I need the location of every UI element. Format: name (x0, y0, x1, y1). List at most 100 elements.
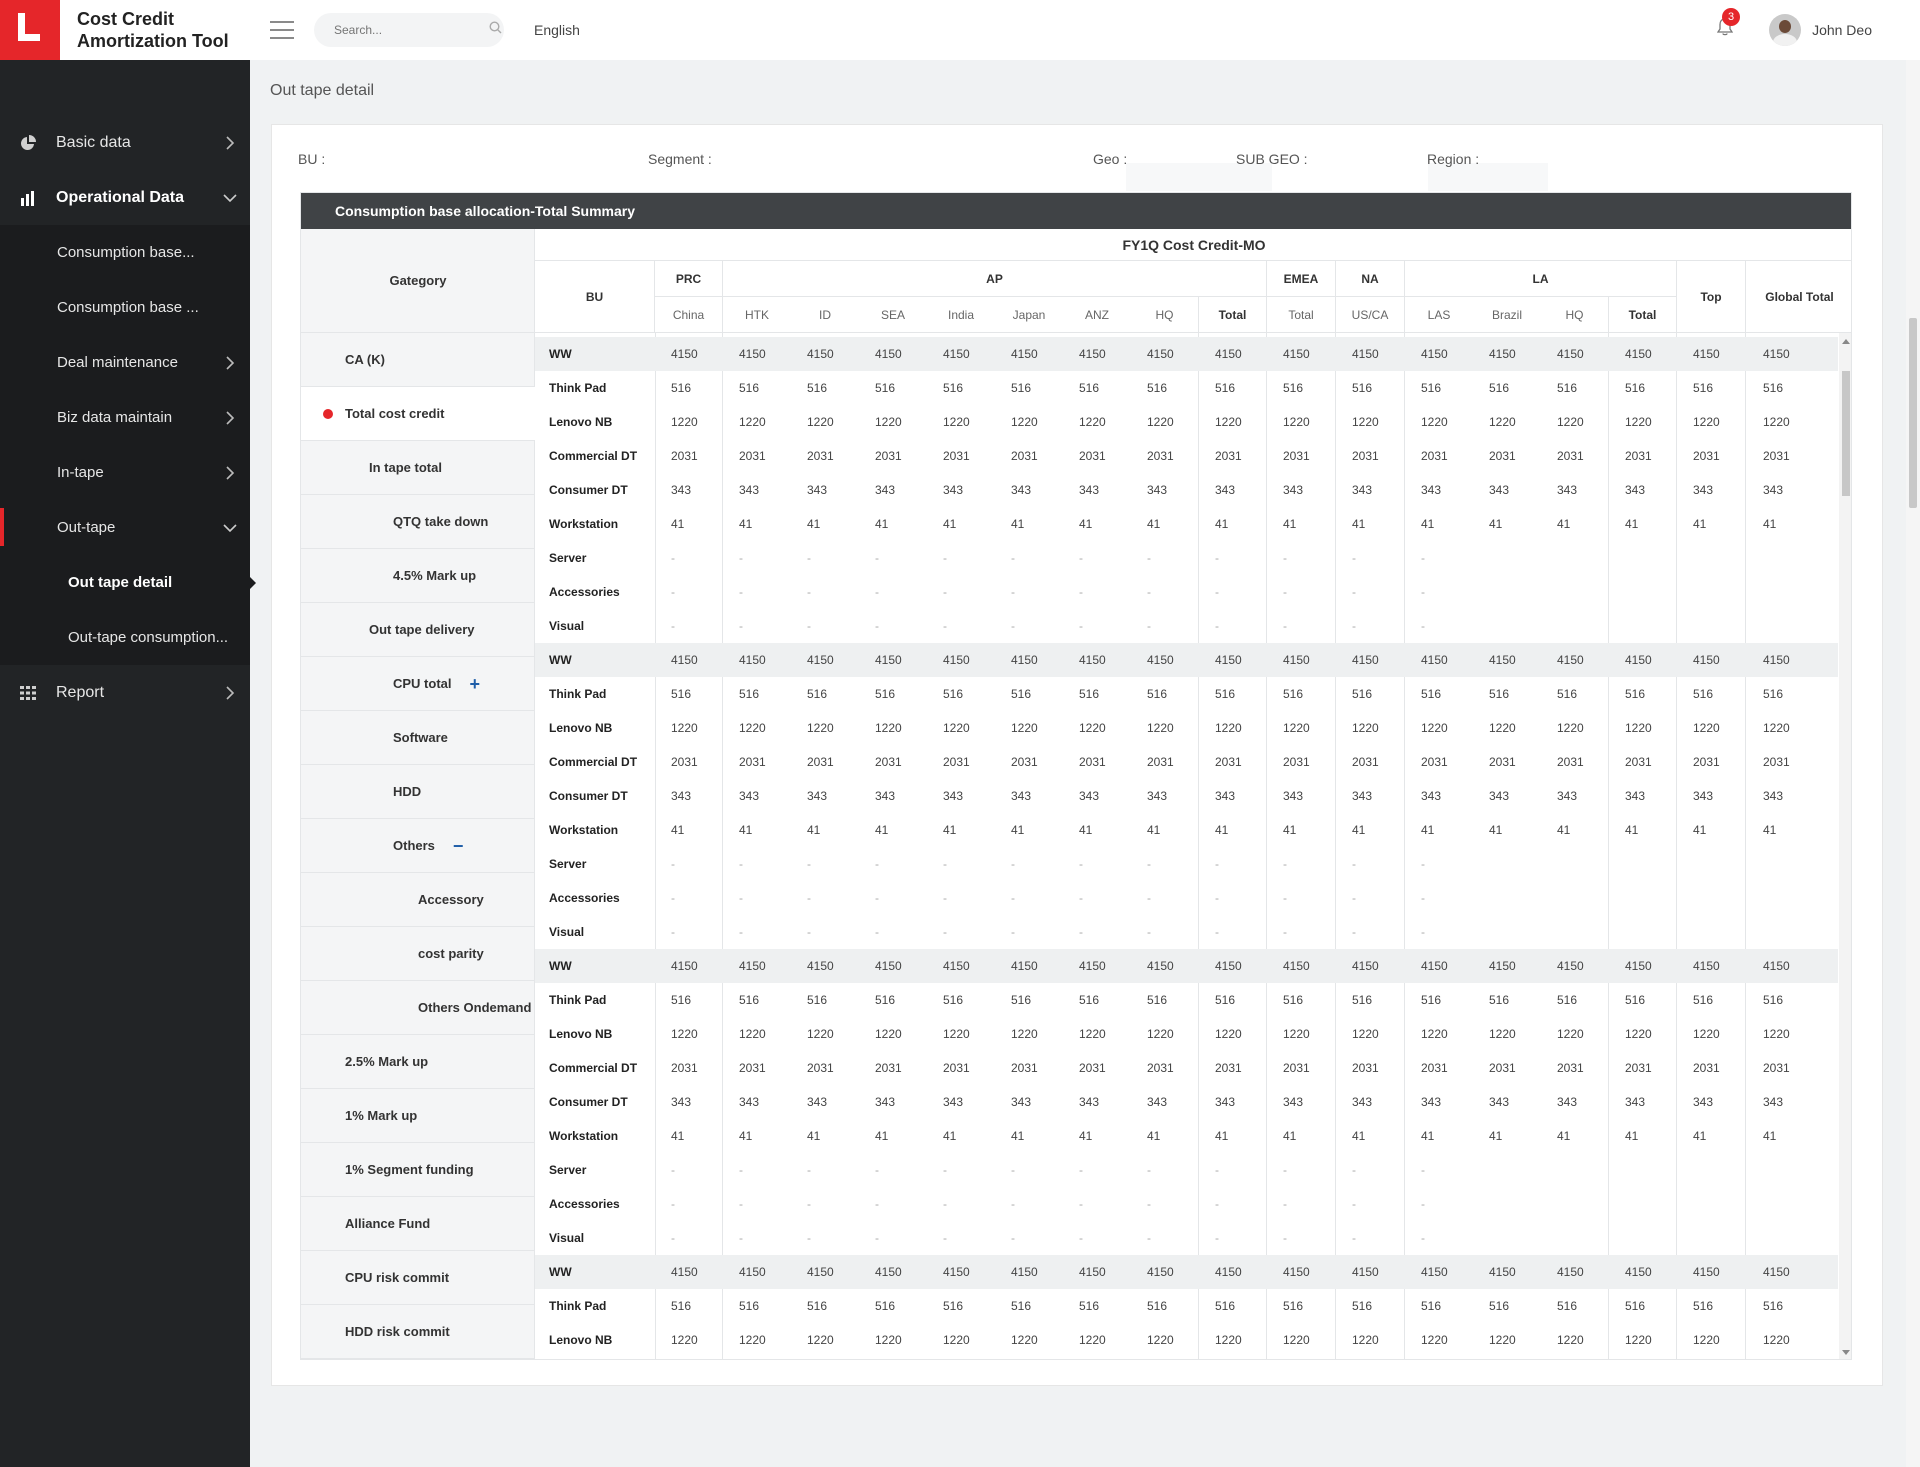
table-cell: 343 (1215, 1095, 1236, 1109)
table-cell: 4150 (1147, 1265, 1174, 1279)
language-selector[interactable]: English (534, 22, 580, 38)
table-cell: 4150 (1011, 1265, 1038, 1279)
table-cell: 1220 (1557, 1333, 1584, 1347)
table-cell: - (1147, 925, 1151, 939)
table-cell: 1220 (1693, 721, 1720, 735)
nav-report[interactable]: Report (0, 665, 250, 720)
table-cell: 1220 (1352, 721, 1379, 735)
table-cell: - (1011, 925, 1015, 939)
nav-in-tape[interactable]: In-tape (0, 445, 250, 500)
table-cell: 516 (1215, 381, 1236, 395)
nav-deal-maintenance[interactable]: Deal maintenance (0, 335, 250, 390)
scroll-thumb[interactable] (1842, 371, 1850, 496)
table-cell: 41 (1283, 823, 1297, 837)
table-cell: 2031 (875, 755, 902, 769)
table-cell: 516 (1421, 1299, 1442, 1313)
hamburger-menu-icon[interactable] (270, 21, 294, 39)
table-cell: 1220 (1693, 415, 1720, 429)
table-cell: 343 (1352, 1095, 1373, 1109)
table-cell: 1220 (1215, 721, 1242, 735)
table-cell: 343 (1421, 1095, 1442, 1109)
row-bu-label: Think Pad (549, 1299, 607, 1313)
table-cell: - (671, 619, 675, 633)
table-cell: 1220 (943, 1027, 970, 1041)
category-in-tape-total[interactable]: In tape total (301, 441, 535, 495)
nav-consumption-base-1[interactable]: Consumption base... (0, 225, 250, 280)
nav-basic-data[interactable]: Basic data (0, 115, 250, 170)
table-cell: - (943, 585, 947, 599)
scroll-down-icon[interactable] (1842, 1350, 1850, 1355)
scroll-up-icon[interactable] (1842, 339, 1850, 344)
nav-out-tape-detail[interactable]: Out tape detail (0, 555, 256, 610)
table-cell: 1220 (1283, 721, 1310, 735)
nav-consumption-base-2[interactable]: Consumption base ... (0, 280, 250, 335)
category-qtq-take-down[interactable]: QTQ take down (301, 495, 535, 549)
category-mark-up-45[interactable]: 4.5% Mark up (301, 549, 535, 603)
table-cell: 516 (1763, 687, 1784, 701)
table-cell: 2031 (875, 1061, 902, 1075)
category-hdd[interactable]: HDD (301, 765, 535, 819)
table-cell: - (1283, 1197, 1287, 1211)
category-software[interactable]: Software (301, 711, 535, 765)
page-scrollbar[interactable] (1906, 60, 1920, 1467)
table-cell: 2031 (943, 449, 970, 463)
table-cell: 41 (739, 823, 753, 837)
category-total-cost-credit[interactable]: Total cost credit (301, 387, 535, 441)
category-hdd-risk-commit[interactable]: HDD risk commit (301, 1305, 535, 1359)
table-cell: 1220 (1147, 721, 1174, 735)
category-mark-up-25[interactable]: 2.5% Mark up (301, 1035, 535, 1089)
table-cell: 4150 (943, 347, 970, 361)
table-cell: 4150 (1625, 959, 1652, 973)
category-alliance-fund[interactable]: Alliance Fund (301, 1197, 535, 1251)
search-input[interactable] (334, 23, 489, 37)
table-cell: 41 (1147, 517, 1161, 531)
table-cell: 1220 (1283, 1333, 1310, 1347)
table-cell: 41 (807, 823, 821, 837)
table-cell: - (739, 1231, 743, 1245)
category-accessory[interactable]: Accessory (301, 873, 535, 927)
table-row: Workstation 41 41 41 41 41 41 41 41 41 41 41 41 41 41 4… (535, 813, 1838, 847)
row-bu-label: Visual (549, 1231, 585, 1245)
table-scrollbar[interactable] (1839, 333, 1851, 1359)
expand-plus-icon[interactable]: + (470, 675, 481, 693)
table-cell: 1220 (1352, 1333, 1379, 1347)
table-cell: 4150 (1693, 347, 1720, 361)
table-cell: - (807, 1231, 811, 1245)
user-menu[interactable]: John Deo (1769, 14, 1872, 46)
row-bu-label: Accessories (549, 1197, 620, 1211)
category-cpu-risk-commit[interactable]: CPU risk commit (301, 1251, 535, 1305)
row-bu-label: Server (549, 1163, 587, 1177)
table-cell: 1220 (1283, 415, 1310, 429)
table-cell: - (943, 1163, 947, 1177)
category-out-tape-delivery[interactable]: Out tape delivery (301, 603, 535, 657)
nav-out-tape[interactable]: Out-tape (0, 500, 250, 555)
collapse-minus-icon[interactable]: − (453, 837, 464, 855)
summary-table: Consumption base allocation-Total Summar… (300, 192, 1852, 1360)
nav-biz-data-maintain[interactable]: Biz data maintain (0, 390, 250, 445)
table-cell: 2031 (1147, 755, 1174, 769)
table-cell: 1220 (739, 1027, 766, 1041)
category-others[interactable]: Others − (301, 819, 535, 873)
table-cell: 41 (1147, 823, 1161, 837)
row-bu-label: Workstation (549, 1129, 619, 1143)
table-cell: 516 (1421, 381, 1442, 395)
chevron-down-icon (210, 523, 250, 533)
table-cell: 4150 (1147, 653, 1174, 667)
table-cell: - (1215, 925, 1219, 939)
category-others-ondemand[interactable]: Others Ondemand (301, 981, 535, 1035)
table-cell: 516 (1352, 687, 1373, 701)
page-scroll-thumb[interactable] (1909, 318, 1917, 508)
category-segment-funding[interactable]: 1% Segment funding (301, 1143, 535, 1197)
nav-out-tape-consumption[interactable]: Out-tape consumption... (0, 610, 250, 665)
category-cpu-total[interactable]: CPU total + (301, 657, 535, 711)
table-cell: 343 (1215, 789, 1236, 803)
category-mark-up-1[interactable]: 1% Mark up (301, 1089, 535, 1143)
table-cell: 41 (1215, 1129, 1229, 1143)
category-cost-parity[interactable]: cost parity (301, 927, 535, 981)
logo (0, 0, 60, 60)
search-icon[interactable] (489, 21, 502, 39)
nav-operational-data[interactable]: Operational Data (0, 170, 250, 225)
table-cell: 343 (1352, 483, 1373, 497)
table-cell: 4150 (1352, 1265, 1379, 1279)
table-cell: 516 (1283, 381, 1304, 395)
